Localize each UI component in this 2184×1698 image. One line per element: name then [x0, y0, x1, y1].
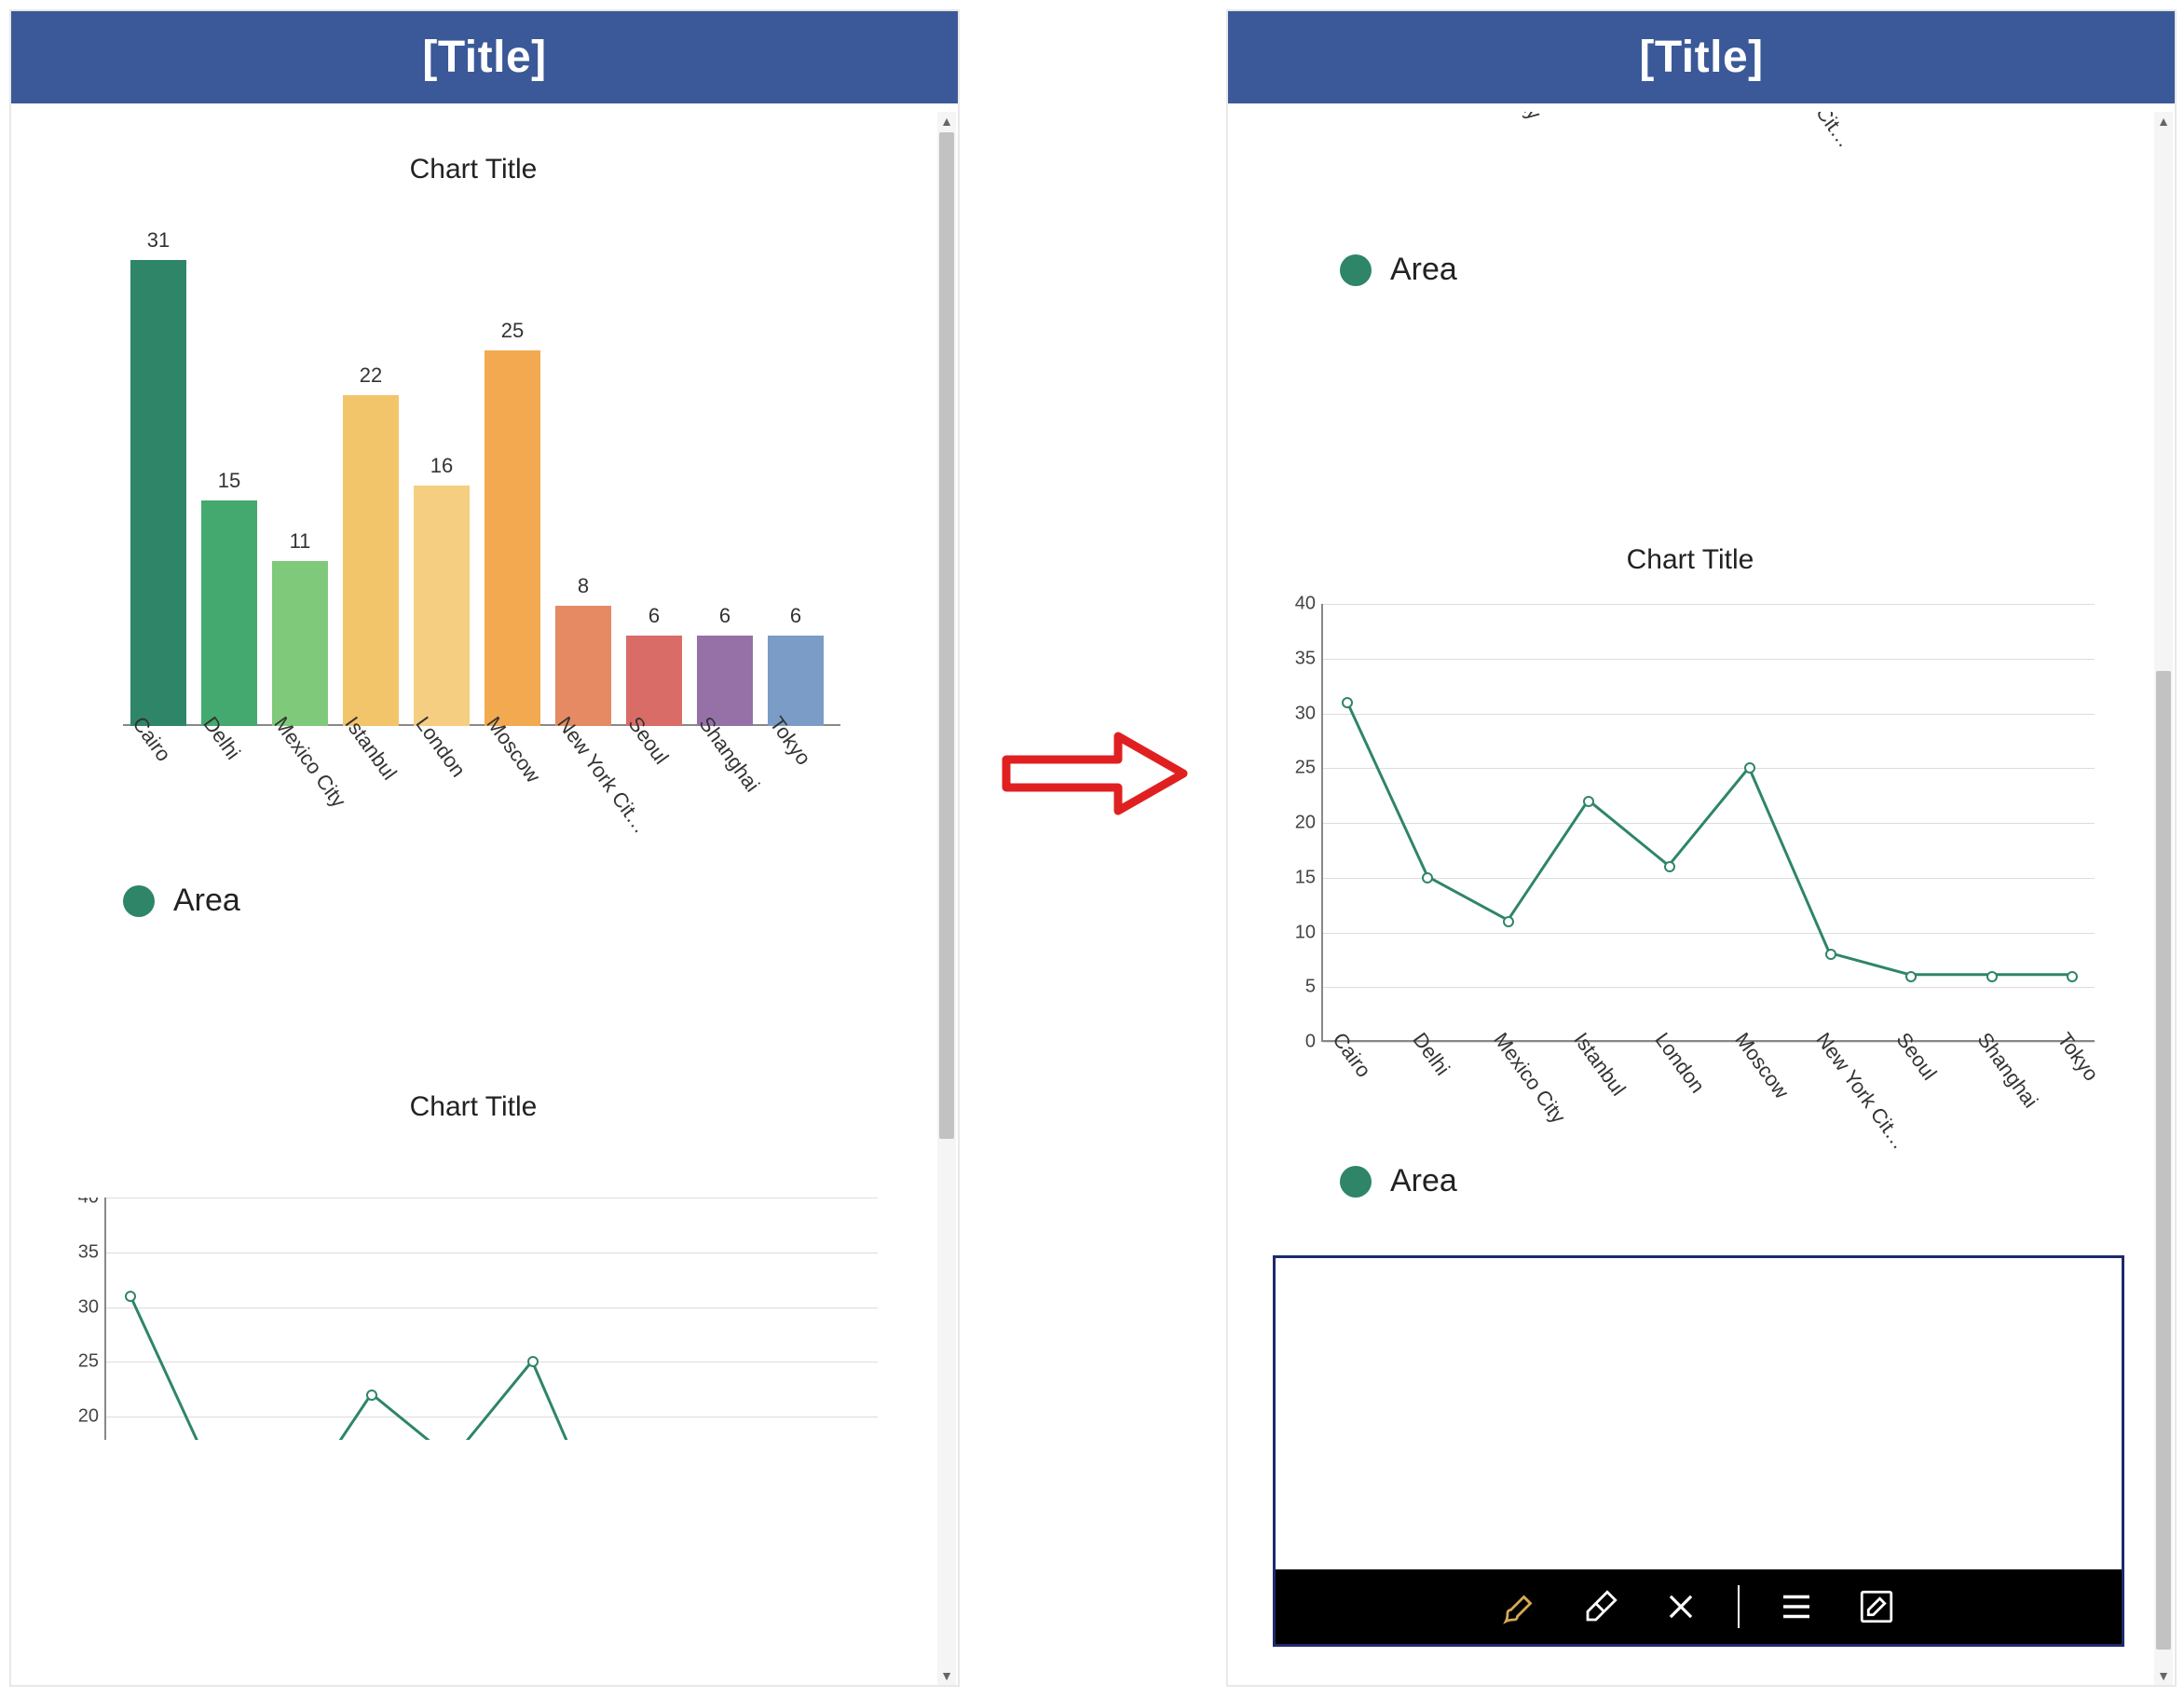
bar-chart-title: Chart Title — [11, 154, 935, 185]
bar-value-label: 16 — [414, 454, 470, 478]
legend-dot-icon — [1340, 1166, 1372, 1198]
bar: 11 — [272, 561, 328, 726]
scroll-down-icon[interactable]: ▼ — [937, 1666, 956, 1685]
scroll-area-right[interactable]: …o…i…xico City…bul…don…scow…w York Cit……… — [1228, 112, 2175, 1685]
truncated-chart-xaxis: …o…i…xico City…bul…don…scow…w York Cit……… — [1228, 112, 2152, 214]
line-point — [1583, 796, 1594, 807]
y-tick-label: 20 — [52, 1406, 99, 1428]
bar: 22 — [343, 395, 399, 726]
line-point — [1342, 697, 1353, 708]
legend-label-bottom: Area — [1390, 1163, 1457, 1199]
scroll-down-icon[interactable]: ▼ — [2154, 1666, 2173, 1685]
line-chart-right: 0510152025303540 — [1265, 604, 2095, 1042]
line-point — [125, 1291, 136, 1302]
title-bar-left: [Title] — [11, 11, 958, 103]
close-icon[interactable] — [1658, 1583, 1704, 1630]
bar: 16 — [414, 486, 470, 726]
bar: 15 — [201, 500, 257, 726]
legend-top-right: Area — [1340, 252, 2152, 288]
scroll-up-icon[interactable]: ▲ — [937, 112, 956, 130]
y-tick-label: 35 — [52, 1241, 99, 1263]
legend-dot-icon — [1340, 254, 1372, 286]
legend-label: Area — [173, 883, 240, 919]
title-bar-right: [Title] — [1228, 11, 2175, 103]
line-chart-title-right: Chart Title — [1228, 544, 2152, 576]
bar-value-label: 22 — [343, 363, 399, 388]
line-point — [1744, 762, 1755, 774]
line-point — [1986, 971, 1998, 982]
signature-toolbar — [1276, 1569, 2122, 1644]
legend-dot-icon — [123, 885, 155, 917]
signature-box[interactable] — [1273, 1255, 2124, 1647]
line-chart-xaxis-right: CairoDelhiMexico CityIstanbulLondonMosco… — [1321, 1042, 2095, 1163]
scrollbar-thumb-right[interactable] — [2156, 671, 2171, 1650]
bar-value-label: 6 — [626, 604, 682, 628]
y-tick-label: 15 — [1269, 867, 1316, 888]
bar-value-label: 11 — [272, 529, 328, 554]
scrollbar-left[interactable]: ▲ ▼ — [937, 112, 956, 1685]
bar: 6 — [768, 636, 824, 726]
line-point — [1422, 872, 1433, 883]
bar-value-label: 8 — [555, 574, 611, 598]
y-tick-label: 40 — [1269, 594, 1316, 615]
line-point — [1905, 971, 1917, 982]
y-tick-label: 5 — [1269, 977, 1316, 998]
scroll-up-icon[interactable]: ▲ — [2154, 112, 2173, 130]
y-tick-label: 40 — [52, 1198, 99, 1209]
scroll-area-left[interactable]: Chart Title 3115112216258666 CairoDelhiM… — [11, 112, 958, 1685]
arrow-icon — [997, 718, 1193, 829]
bar-value-label: 6 — [697, 604, 753, 628]
toolbar-divider — [1738, 1585, 1740, 1628]
menu-lines-icon[interactable] — [1773, 1583, 1820, 1630]
y-tick-label: 25 — [52, 1351, 99, 1373]
left-panel: [Title] Chart Title 3115112216258666 Cai… — [9, 9, 960, 1687]
pen-icon[interactable] — [1497, 1583, 1544, 1630]
line-point — [1503, 916, 1514, 927]
edit-icon[interactable] — [1853, 1583, 1900, 1630]
line-point — [2067, 971, 2078, 982]
scrollbar-right[interactable]: ▲ ▼ — [2154, 112, 2173, 1685]
y-tick-label: 10 — [1269, 922, 1316, 943]
legend-bottom-right: Area — [1340, 1163, 2152, 1199]
legend-label-top: Area — [1390, 252, 1457, 288]
title-text-left: [Title] — [422, 33, 546, 82]
bar-value-label: 31 — [130, 228, 186, 253]
line-chart-title-left: Chart Title — [11, 1091, 935, 1123]
bar: 8 — [555, 606, 611, 726]
line-point — [1825, 949, 1836, 960]
y-tick-label: 25 — [1269, 758, 1316, 779]
y-tick-label: 20 — [1269, 813, 1316, 834]
y-tick-label: 30 — [1269, 703, 1316, 724]
bar: 6 — [626, 636, 682, 726]
eraser-icon[interactable] — [1577, 1583, 1624, 1630]
bar-value-label: 25 — [485, 319, 540, 343]
line-point — [1664, 861, 1675, 872]
bar-value-label: 15 — [201, 469, 257, 493]
bar-chart-xaxis: CairoDelhiMexico CityIstanbulLondonMosco… — [123, 726, 831, 866]
line-chart-left: 0510152025303540 — [48, 1198, 878, 1440]
right-panel: [Title] …o…i…xico City…bul…don…scow…w Yo… — [1226, 9, 2177, 1687]
bar: 31 — [130, 260, 186, 726]
bar: 25 — [485, 350, 540, 726]
line-point — [527, 1356, 539, 1367]
scrollbar-thumb-left[interactable] — [939, 132, 954, 1139]
y-tick-label: 0 — [1269, 1032, 1316, 1053]
bar-chart: 3115112216258666 — [123, 260, 831, 726]
title-text-right: [Title] — [1639, 33, 1763, 82]
bar-value-label: 6 — [768, 604, 824, 628]
bar: 6 — [697, 636, 753, 726]
line-point — [366, 1390, 377, 1401]
y-tick-label: 30 — [52, 1296, 99, 1318]
y-tick-label: 35 — [1269, 648, 1316, 669]
bar-chart-legend: Area — [123, 883, 935, 919]
